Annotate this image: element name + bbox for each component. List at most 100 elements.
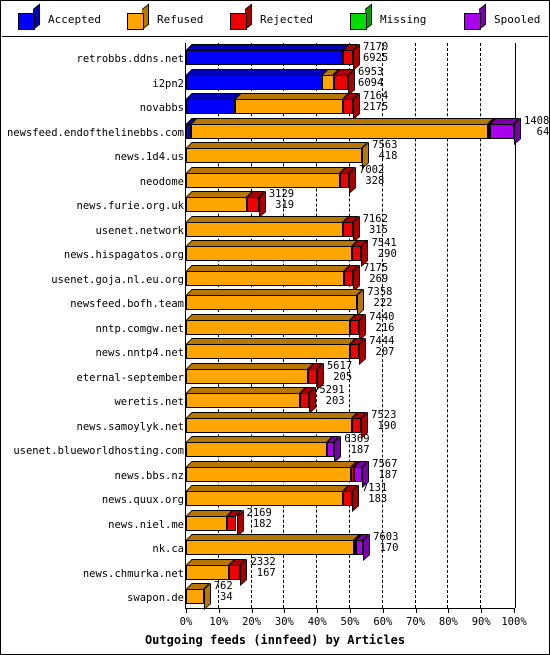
bar-segment-refused[interactable] bbox=[186, 270, 344, 286]
bar-value-total: 6953 bbox=[358, 65, 384, 78]
bar-segment-spooled[interactable] bbox=[489, 123, 514, 139]
bar-top-face bbox=[186, 240, 358, 246]
bar-segment-accepted[interactable] bbox=[186, 74, 323, 90]
bar-segment-accepted[interactable] bbox=[186, 99, 236, 114]
x-tick-label: 20% bbox=[242, 616, 262, 628]
bar-value-total: 2169 bbox=[246, 506, 272, 519]
bar-segment-rejected[interactable] bbox=[227, 515, 237, 531]
bar-segment-rejected[interactable] bbox=[343, 50, 353, 65]
bar-segment-refused[interactable] bbox=[186, 197, 247, 212]
legend-item-missing: Missing bbox=[350, 3, 426, 31]
bar-segment-rejected[interactable] bbox=[343, 99, 353, 114]
y-axis-label: news.furie.org.uk bbox=[76, 200, 184, 212]
bar-segment-refused[interactable] bbox=[186, 589, 204, 604]
bar-segment-accepted[interactable] bbox=[186, 50, 344, 65]
bar-top-face bbox=[186, 534, 360, 540]
chart-title: Outgoing feeds (innfeed) by Articles bbox=[144, 633, 406, 647]
bar-value-total: 2332 bbox=[250, 555, 276, 568]
bar-top-face bbox=[186, 93, 242, 99]
bar-segment-refused[interactable] bbox=[186, 442, 328, 457]
bar-segment-refused[interactable] bbox=[186, 393, 301, 408]
bar-segment-refused[interactable] bbox=[186, 515, 228, 531]
bar-segment-rejected[interactable] bbox=[247, 197, 259, 212]
bar-value-labels: 6369 187 bbox=[344, 434, 369, 456]
bar-top-face bbox=[186, 509, 234, 516]
bar-value-labels: 7567 187 bbox=[372, 458, 398, 481]
bar-segment-rejected[interactable] bbox=[343, 221, 353, 237]
bar-segment-rejected[interactable] bbox=[333, 74, 349, 90]
x-tick-label: 10% bbox=[209, 616, 229, 628]
bar-value-labels: 7563 418 bbox=[372, 140, 397, 162]
bar-segment-refused[interactable] bbox=[186, 564, 230, 580]
y-axis-label: news.samoylyk.net bbox=[76, 420, 184, 433]
bar-segment-refused[interactable] bbox=[190, 123, 488, 139]
bar-row: news.furie.org.uk 3129 319 bbox=[2, 189, 548, 218]
bar-value-secondary: 328 bbox=[365, 174, 385, 187]
bar-row: news.hispagatos.org 7541 290 bbox=[2, 238, 548, 267]
bar-segment-rejected[interactable] bbox=[300, 393, 310, 408]
bar-value-labels: 7164 2175 bbox=[363, 91, 388, 113]
bar-value-total: 7162 bbox=[362, 212, 388, 225]
y-axis-label: newsfeed.endofthelinebbs.com bbox=[6, 126, 184, 139]
bar-value-labels: 7444 207 bbox=[369, 336, 394, 358]
bar-end-cap bbox=[357, 288, 365, 316]
bar-row: usenet.blueworldhosting.com 6369 187 bbox=[2, 434, 548, 463]
x-tick-label: 40% bbox=[307, 616, 327, 628]
bar-segment-rejected[interactable] bbox=[342, 491, 352, 506]
x-tick-mark bbox=[514, 608, 515, 613]
bar-end-cap bbox=[351, 484, 359, 512]
bar-segment-rejected[interactable] bbox=[343, 270, 353, 286]
cube-icon bbox=[350, 3, 372, 31]
bar-end-cap bbox=[359, 313, 367, 341]
bar-segment-refused[interactable] bbox=[235, 99, 344, 114]
bar-segment-refused[interactable] bbox=[186, 172, 341, 188]
y-axis-label: weretis.net bbox=[114, 396, 184, 408]
bar-segment-rejected[interactable] bbox=[229, 564, 241, 580]
bar-segment-refused[interactable] bbox=[186, 466, 352, 482]
bar-end-cap bbox=[309, 386, 317, 414]
x-tick-label: 90% bbox=[471, 616, 491, 628]
bar-top-face bbox=[186, 166, 347, 173]
bar-value-secondary: 187 bbox=[350, 444, 370, 456]
bar-value-secondary: 319 bbox=[275, 199, 295, 211]
bar-segment-refused[interactable] bbox=[186, 319, 350, 335]
bar-value-secondary: 207 bbox=[375, 346, 395, 358]
bar-segment-refused[interactable] bbox=[186, 246, 352, 261]
bar-segment-refused[interactable] bbox=[186, 417, 353, 433]
bar-segment-refused[interactable] bbox=[186, 540, 354, 555]
y-axis-label: news.1d4.us bbox=[114, 151, 184, 163]
cube-icon bbox=[127, 3, 149, 31]
bar-value-secondary: 187 bbox=[378, 468, 398, 481]
bar-end-cap bbox=[352, 264, 360, 292]
bar-segment-rejected[interactable] bbox=[350, 344, 360, 359]
bar-end-cap bbox=[349, 166, 357, 194]
bar-segment-rejected[interactable] bbox=[340, 172, 349, 188]
bar-value-secondary: 648 bbox=[536, 125, 550, 138]
bar-segment-rejected[interactable] bbox=[352, 417, 362, 433]
bar-segment-rejected[interactable] bbox=[350, 319, 360, 335]
bar-end-cap bbox=[359, 337, 367, 365]
bar-segment-refused[interactable] bbox=[186, 344, 351, 359]
bar-segment-refused[interactable] bbox=[186, 491, 343, 506]
bar-top-face bbox=[186, 460, 358, 467]
bar-segment-refused[interactable] bbox=[186, 295, 358, 310]
bar-segment-refused[interactable] bbox=[186, 368, 309, 384]
bar-row: news.1d4.us 7563 418 bbox=[2, 140, 548, 169]
bar-top-face bbox=[186, 215, 350, 222]
bar-value-labels: 2169 182 bbox=[246, 506, 272, 530]
x-axis-ticks: 0% 10% 20% 30% 40% 50% 60% 70% 80% 90% 100% bbox=[2, 616, 548, 632]
y-axis-label: eternal-september bbox=[76, 371, 184, 384]
bar-segment-spooled[interactable] bbox=[355, 540, 364, 555]
bar-value-labels: 7603 170 bbox=[373, 532, 398, 554]
bar-value-total: 7175 bbox=[362, 261, 389, 274]
bar-value-secondary: 190 bbox=[377, 419, 397, 432]
x-tick-mark bbox=[218, 608, 220, 613]
bar-segment-refused[interactable] bbox=[322, 74, 334, 90]
y-axis-label: usenet.blueworldhosting.com bbox=[13, 445, 184, 457]
bar-segment-rejected[interactable] bbox=[308, 368, 317, 384]
bar-segment-spooled[interactable] bbox=[353, 466, 363, 482]
bar-segment-refused[interactable] bbox=[186, 221, 344, 237]
bar-value-total: 5617 bbox=[326, 359, 353, 372]
bar-segment-refused[interactable] bbox=[186, 148, 363, 163]
bar-value-labels: 5291 203 bbox=[319, 385, 344, 407]
